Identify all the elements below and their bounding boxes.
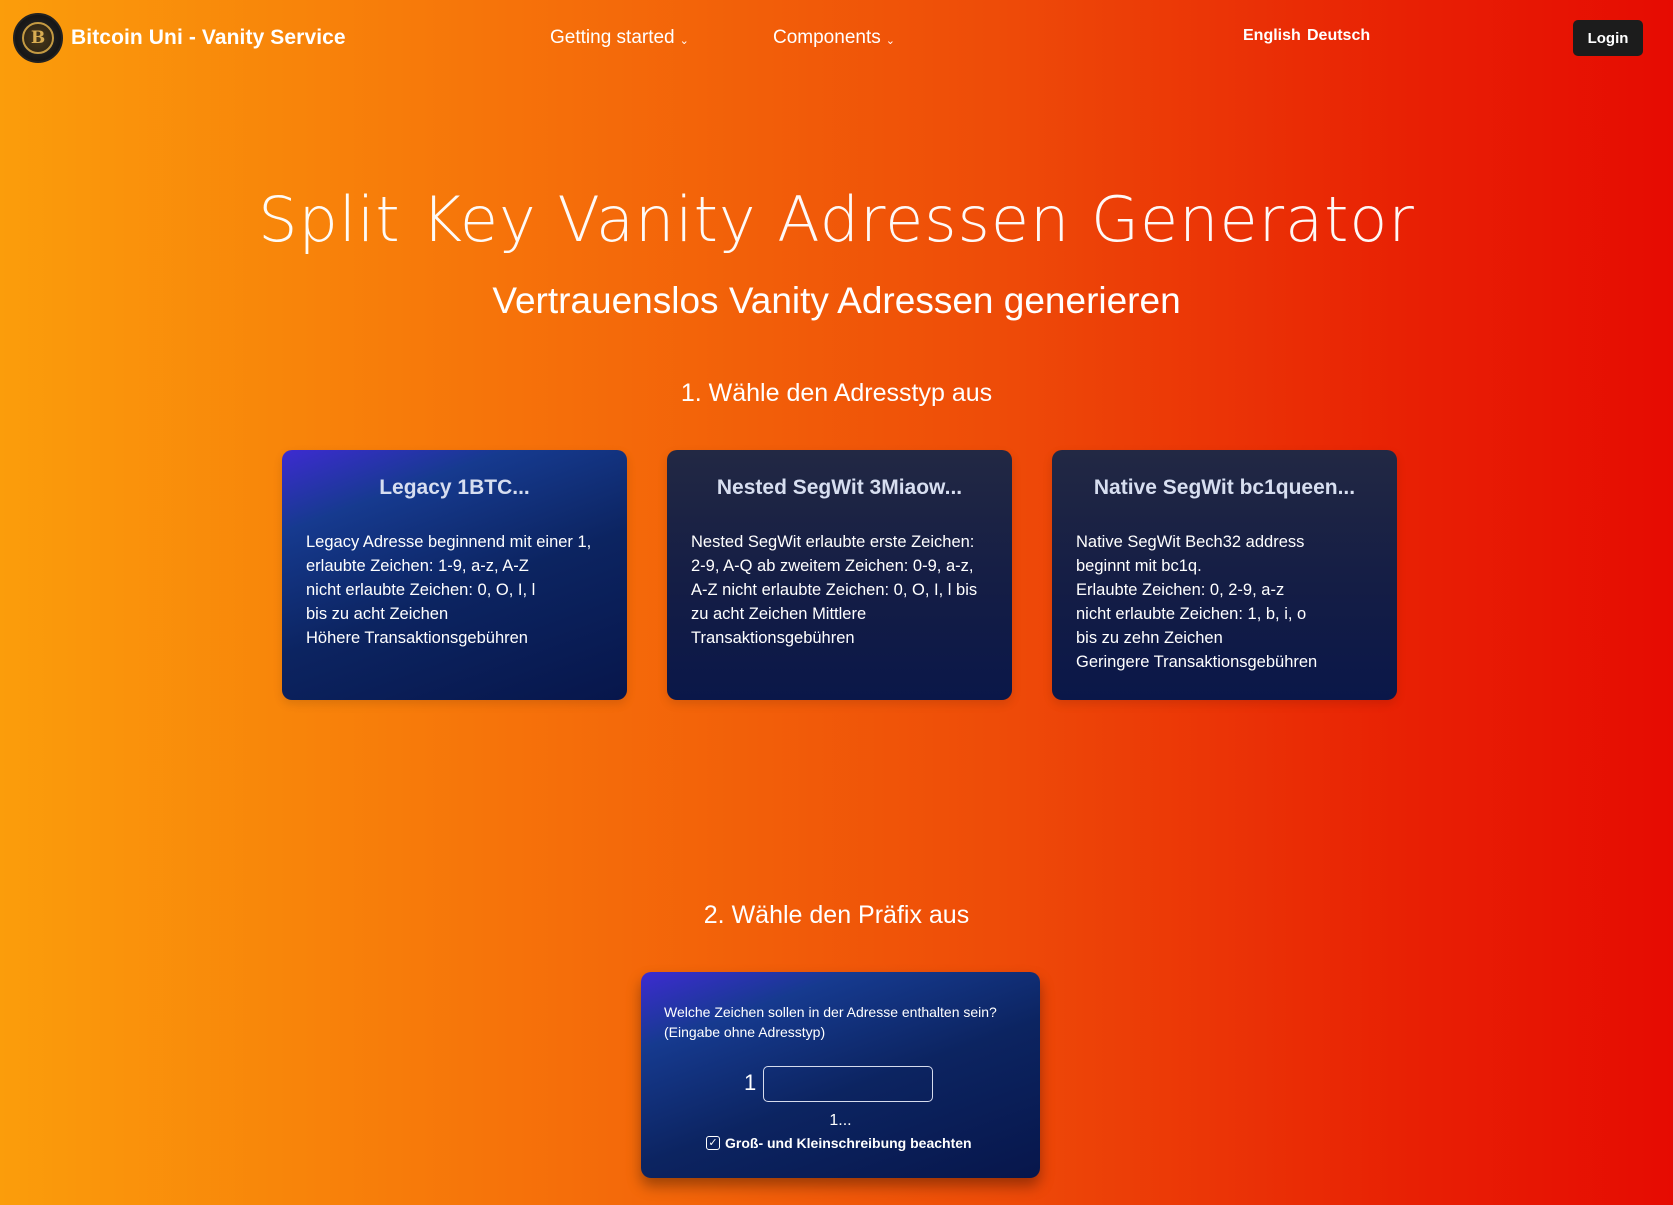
card-line: nicht erlaubte Zeichen: 1, b, i, o: [1076, 605, 1307, 623]
case-sensitive-checkbox[interactable]: ✓: [706, 1136, 720, 1150]
address-type-card-native-segwit[interactable]: Native SegWit bc1queen... Native SegWit …: [1052, 450, 1397, 700]
prefix-input[interactable]: [763, 1066, 933, 1102]
brand-link[interactable]: B Bitcoin Uni - Vanity Service: [13, 13, 346, 63]
card-title: Nested SegWit 3Miaow...: [716, 476, 963, 499]
step2-heading: 2. Wähle den Präfix aus: [703, 901, 970, 929]
prefix-question-line: (Eingabe ohne Adresstyp): [664, 1024, 826, 1040]
case-sensitive-toggle[interactable]: ✓ Groß- und Kleinschreibung beachten: [706, 1135, 972, 1151]
case-sensitive-label: Groß- und Kleinschreibung beachten: [725, 1135, 972, 1151]
nav-components-dropdown[interactable]: Components ⌄: [773, 24, 895, 52]
card-description: Native SegWit Bech32 address beginnt mit…: [1076, 530, 1373, 674]
address-type-prefix: 1: [744, 1070, 757, 1095]
page-title: Split Key Vanity Adressen Generator: [258, 183, 1415, 256]
card-line: Transaktionsgebühren: [691, 629, 855, 647]
card-line: Höhere Transaktionsgebühren: [306, 629, 528, 647]
address-type-card-legacy[interactable]: Legacy 1BTC... Legacy Adresse beginnend …: [282, 450, 627, 700]
bitcoin-uni-logo: B: [13, 13, 63, 63]
bitcoin-coin-icon: B: [22, 22, 54, 54]
card-description: Legacy Adresse beginnend mit einer 1, er…: [306, 530, 603, 650]
card-description: Nested SegWit erlaubte erste Zeichen: 2-…: [691, 530, 988, 650]
card-line: 2-9, A-Q ab zweitem Zeichen: 0-9, a-z,: [691, 557, 974, 575]
prefix-input-row: 1: [641, 1066, 1040, 1102]
prefix-question: Welche Zeichen sollen in der Adresse ent…: [664, 1002, 1017, 1042]
prefix-question-line: Welche Zeichen sollen in der Adresse ent…: [664, 1004, 997, 1020]
prefix-panel: Welche Zeichen sollen in der Adresse ent…: [641, 972, 1040, 1178]
card-line: Native SegWit Bech32 address: [1076, 533, 1305, 551]
top-navbar: B Bitcoin Uni - Vanity Service Getting s…: [0, 0, 1673, 76]
card-line: Legacy Adresse beginnend mit einer 1,: [306, 533, 592, 551]
nav-getting-started-dropdown[interactable]: Getting started ⌄: [550, 24, 689, 52]
card-line: Nested SegWit erlaubte erste Zeichen:: [691, 533, 975, 551]
card-line: beginnt mit bc1q.: [1076, 557, 1202, 575]
chevron-down-icon: ⌄: [679, 34, 689, 47]
card-line: bis zu zehn Zeichen: [1076, 629, 1223, 647]
nav-components-label: Components: [773, 27, 881, 48]
step1-heading: 1. Wähle den Adresstyp aus: [680, 379, 993, 407]
card-line: A-Z nicht erlaubte Zeichen: 0, O, I, l b…: [691, 581, 978, 599]
prefix-preview: 1...: [829, 1112, 852, 1129]
card-line: nicht erlaubte Zeichen: 0, O, I, l: [306, 581, 536, 599]
card-line: zu acht Zeichen Mittlere: [691, 605, 867, 623]
card-line: bis zu acht Zeichen: [306, 605, 449, 623]
card-line: Geringere Transaktionsgebühren: [1076, 653, 1318, 671]
nav-getting-started-label: Getting started: [550, 27, 675, 48]
card-title: Legacy 1BTC...: [379, 476, 530, 499]
language-deutsch-link[interactable]: Deutsch: [1307, 27, 1370, 45]
card-title: Native SegWit bc1queen...: [1093, 476, 1356, 499]
card-line: erlaubte Zeichen: 1-9, a-z, A-Z: [306, 557, 529, 575]
page-subtitle: Vertrauenslos Vanity Adressen generieren: [492, 280, 1181, 321]
language-english-link[interactable]: English: [1243, 27, 1301, 45]
card-line: Erlaubte Zeichen: 0, 2-9, a-z: [1076, 581, 1285, 599]
brand-title: Bitcoin Uni - Vanity Service: [71, 26, 346, 49]
address-type-card-nested-segwit[interactable]: Nested SegWit 3Miaow... Nested SegWit er…: [667, 450, 1012, 700]
login-button[interactable]: Login: [1573, 20, 1643, 56]
chevron-down-icon: ⌄: [885, 34, 895, 47]
